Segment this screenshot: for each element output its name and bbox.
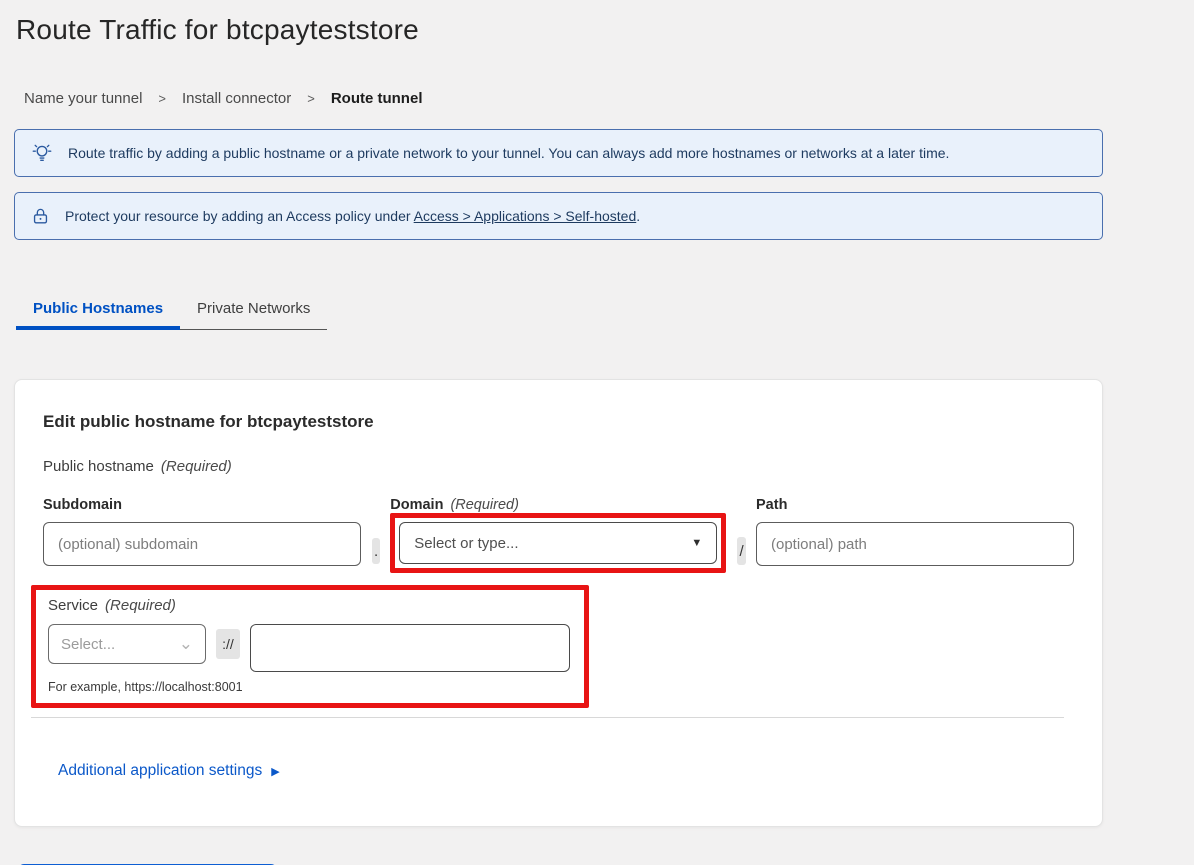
required-tag: (Required) <box>105 597 176 614</box>
breadcrumb-name-your-tunnel[interactable]: Name your tunnel <box>24 90 142 107</box>
service-annotation-box: Service(Required) Select... ⌄ :// For ex… <box>31 585 589 708</box>
subdomain-input[interactable] <box>43 522 361 566</box>
page-title: Route Traffic for btcpayteststore <box>16 14 1194 46</box>
breadcrumb-install-connector[interactable]: Install connector <box>182 90 291 107</box>
slash-separator: / <box>737 537 746 565</box>
card-title: Edit public hostname for btcpayteststore <box>43 412 1074 432</box>
hostname-network-tabs: Public Hostnames Private Networks <box>16 292 1194 330</box>
path-label: Path <box>756 497 1074 513</box>
path-input[interactable] <box>756 522 1074 566</box>
lock-icon <box>31 206 50 227</box>
subdomain-field-group: Subdomain <box>43 497 361 566</box>
access-applications-link[interactable]: Access > Applications > Self-hosted <box>414 208 637 224</box>
domain-annotation-box: Select or type... ▼ <box>390 513 726 573</box>
dot-separator: . <box>372 538 380 564</box>
service-helper-text: For example, https://localhost:8001 <box>48 680 570 694</box>
domain-dropdown[interactable]: Select or type... ▼ <box>399 522 717 564</box>
access-banner-text-before: Protect your resource by adding an Acces… <box>65 208 411 224</box>
service-type-select[interactable]: Select... ⌄ <box>48 624 206 664</box>
path-field-group: Path <box>756 497 1074 566</box>
service-label: Service(Required) <box>48 597 570 614</box>
breadcrumb-separator-icon: > <box>158 91 166 106</box>
required-tag: (Required) <box>450 497 519 513</box>
domain-label: Domain(Required) <box>390 497 726 513</box>
route-traffic-page: Route Traffic for btcpayteststore Name y… <box>0 0 1194 865</box>
domain-field-group: Domain(Required) Select or type... ▼ <box>390 497 726 573</box>
chevron-down-icon: ⌄ <box>179 639 193 649</box>
access-banner-text-after: . <box>636 208 640 224</box>
chevron-down-icon: ▼ <box>691 537 702 549</box>
service-row: Select... ⌄ :// <box>48 624 570 672</box>
lightbulb-icon <box>31 142 53 164</box>
tab-public-hostnames[interactable]: Public Hostnames <box>16 292 180 330</box>
subdomain-label: Subdomain <box>43 497 361 513</box>
section-divider <box>31 717 1064 718</box>
breadcrumb-separator-icon: > <box>307 91 315 106</box>
edit-public-hostname-card: Edit public hostname for btcpayteststore… <box>14 379 1103 827</box>
breadcrumb: Name your tunnel > Install connector > R… <box>24 90 1194 107</box>
required-tag: (Required) <box>161 458 232 475</box>
breadcrumb-route-tunnel: Route tunnel <box>331 90 423 107</box>
service-url-input[interactable] <box>250 624 570 672</box>
additional-settings-link[interactable]: Additional application settings ▶ <box>58 762 280 780</box>
tip-banner: Route traffic by adding a public hostnam… <box>14 129 1103 177</box>
service-type-value: Select... <box>61 636 115 653</box>
tab-private-networks[interactable]: Private Networks <box>180 292 327 330</box>
public-hostname-label: Public hostname(Required) <box>43 458 1074 475</box>
expand-arrow-icon: ▶ <box>271 765 279 778</box>
additional-settings-label: Additional application settings <box>58 762 262 780</box>
hostname-row: Subdomain . Domain(Required) Select or t… <box>43 497 1074 573</box>
access-banner-text: Protect your resource by adding an Acces… <box>65 208 640 224</box>
access-policy-banner: Protect your resource by adding an Acces… <box>14 192 1103 240</box>
scheme-separator: :// <box>216 629 240 659</box>
domain-dropdown-value: Select or type... <box>414 535 518 552</box>
info-banners: Route traffic by adding a public hostnam… <box>14 129 1103 240</box>
tip-banner-text: Route traffic by adding a public hostnam… <box>68 145 949 161</box>
